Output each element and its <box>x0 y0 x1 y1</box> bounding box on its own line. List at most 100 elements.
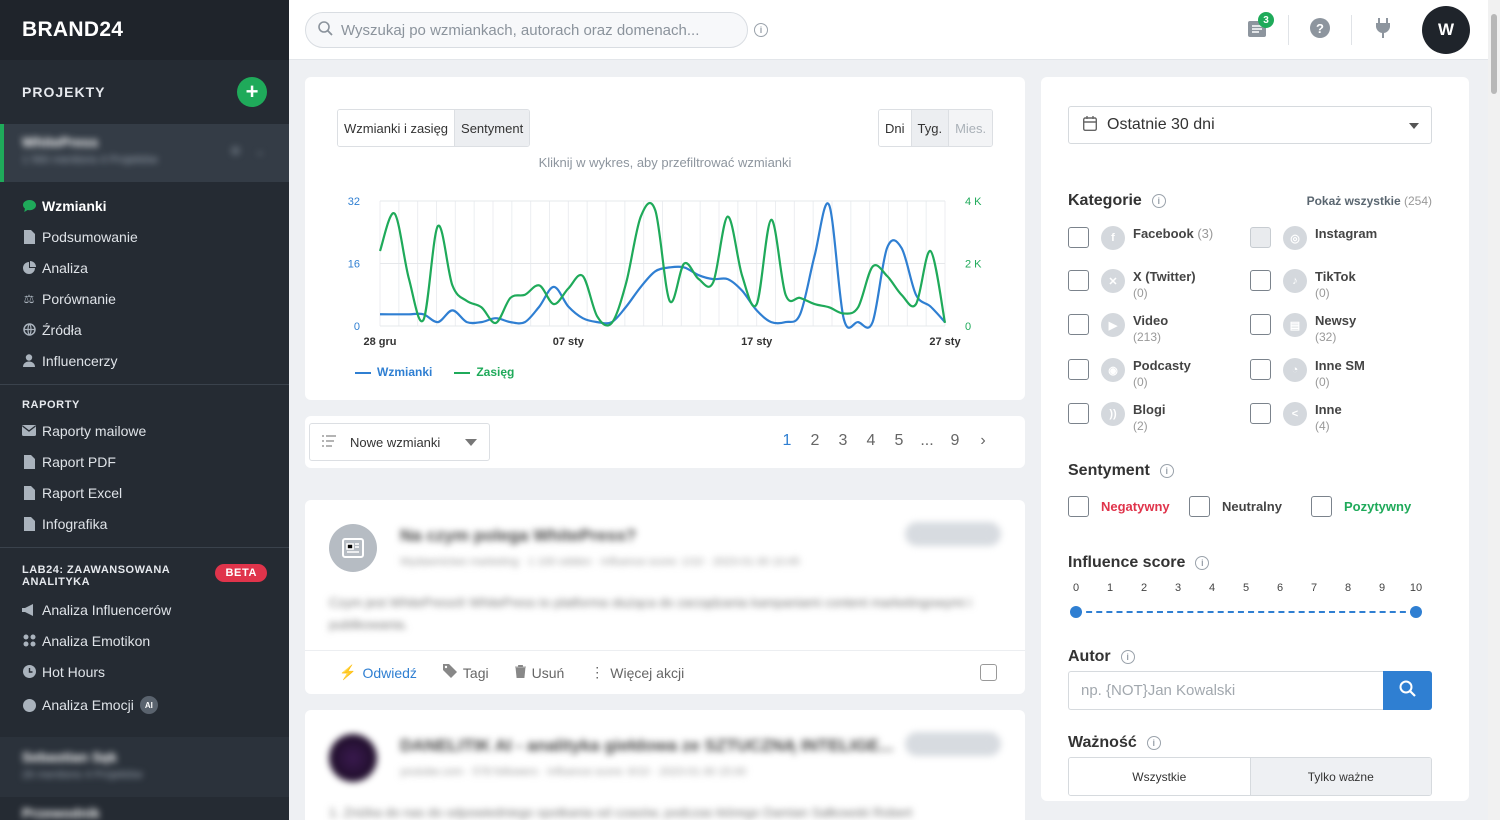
tag-icon <box>442 664 457 681</box>
category-count: (0) <box>1315 286 1330 300</box>
delete-button[interactable]: Usuń <box>514 664 564 681</box>
notifications-button[interactable]: 3 <box>1234 6 1280 54</box>
y-right-tick-label: 4 K <box>965 196 982 208</box>
category-podcasts[interactable]: ◉ Podcasty (0) <box>1068 358 1191 390</box>
more-actions-button[interactable]: ⋮ Więcej akcji <box>590 664 684 681</box>
visit-label: Odwiedź <box>362 664 417 681</box>
category-other[interactable]: < Inne (4) <box>1250 402 1342 434</box>
instagram-icon: ◎ <box>1283 226 1307 250</box>
nav-item-raport-excel[interactable]: Raport Excel <box>0 477 289 508</box>
importance-all[interactable]: Wszystkie <box>1069 758 1250 795</box>
sentiment-neutral[interactable]: Neutralny <box>1189 496 1282 517</box>
mention-checkbox[interactable] <box>980 664 997 681</box>
show-all-link[interactable]: Pokaż wszystkie (254) <box>1307 194 1432 208</box>
scrollbar-thumb[interactable] <box>1491 14 1497 94</box>
info-icon[interactable]: i <box>1120 650 1135 664</box>
chevron-down-icon[interactable]: ⌄ <box>255 144 265 158</box>
sentiment-positive[interactable]: Pozytywny <box>1311 496 1411 517</box>
page-3[interactable]: 3 <box>829 432 857 450</box>
tags-button[interactable]: Tagi <box>442 664 489 681</box>
category-facebook[interactable]: f Facebook (3) <box>1068 226 1213 250</box>
divider <box>0 384 289 385</box>
author-input[interactable] <box>1068 671 1383 710</box>
category-tiktok[interactable]: ♪ TikTok (0) <box>1250 269 1356 301</box>
info-icon[interactable]: i <box>1151 194 1166 208</box>
info-icon[interactable]: i <box>1159 464 1174 478</box>
checkbox[interactable] <box>1068 359 1089 380</box>
help-button[interactable]: ? <box>1297 6 1343 54</box>
checkbox[interactable] <box>1068 270 1089 291</box>
nav-item-wzmianki[interactable]: Wzmianki <box>0 190 289 221</box>
user-avatar[interactable]: W <box>1422 6 1470 54</box>
nav-item-analiza-emotikon[interactable]: Analiza Emotikon <box>0 625 289 656</box>
nav-item-podsumowanie[interactable]: Podsumowanie <box>0 221 289 252</box>
nav-item-raport-pdf[interactable]: Raport PDF <box>0 446 289 477</box>
checkbox[interactable] <box>1068 227 1089 248</box>
author-search-button[interactable] <box>1383 671 1432 710</box>
nav-item-porownanie[interactable]: ⚖ Porównanie <box>0 283 289 314</box>
emotion-icon <box>22 698 36 712</box>
category-video[interactable]: ▶ Video (213) <box>1068 313 1168 345</box>
mention-title[interactable]: DANELITIK AI - analityka giełdowa ze SZT… <box>400 736 893 756</box>
page-1[interactable]: 1 <box>773 432 801 450</box>
divider <box>1351 15 1352 45</box>
importance-important-only[interactable]: Tylko ważne <box>1249 758 1431 795</box>
search-input[interactable] <box>341 21 721 39</box>
checkbox[interactable] <box>1250 270 1271 291</box>
nav-item-analiza-emocji[interactable]: Analiza Emocji AI <box>0 687 289 723</box>
checkbox[interactable] <box>1068 314 1089 335</box>
info-icon[interactable]: i <box>754 23 768 37</box>
category-count: (3) <box>1197 226 1214 241</box>
date-range-select[interactable]: Ostatnie 30 dni <box>1068 106 1432 144</box>
checkbox[interactable] <box>1068 496 1089 517</box>
project-item[interactable]: Sebastian Sęk 26 mentions 4 Projektów <box>0 737 289 797</box>
checkbox[interactable] <box>1250 359 1271 380</box>
gear-icon[interactable]: ⚙ <box>230 144 241 158</box>
nav-item-infografika[interactable]: Infografika <box>0 508 289 539</box>
slider-handle-min[interactable] <box>1070 606 1082 618</box>
add-project-button[interactable]: + <box>237 77 267 107</box>
page-9[interactable]: 9 <box>941 432 969 450</box>
mention-title[interactable]: Na czym polega WhitePress? <box>400 526 636 546</box>
legend-item-mentions[interactable]: Wzmianki <box>355 365 432 379</box>
nav-label: Raport PDF <box>42 453 116 470</box>
category-twitter[interactable]: ✕ X (Twitter) (0) <box>1068 269 1196 301</box>
nav-item-hot-hours[interactable]: Hot Hours <box>0 656 289 687</box>
project-item[interactable]: Przewodnik <box>0 797 289 820</box>
sort-bar: Nowe wzmianki 1 2 3 4 5 ... 9 › <box>305 416 1025 468</box>
active-project[interactable]: WhitePress 1 560 mentions 4 Projektów ⚙ … <box>0 124 289 182</box>
y-left-tick-label: 32 <box>348 196 360 208</box>
visit-button[interactable]: ⚡ Odwiedź <box>339 664 417 681</box>
nav-item-influencerzy[interactable]: Influencerzy <box>0 345 289 376</box>
nav-item-analiza[interactable]: Analiza <box>0 252 289 283</box>
sort-icon <box>322 434 336 450</box>
slider-handle-max[interactable] <box>1410 606 1422 618</box>
sort-select[interactable]: Nowe wzmianki <box>309 423 490 461</box>
checkbox[interactable] <box>1250 314 1271 335</box>
checkbox[interactable] <box>1068 403 1089 424</box>
chevron-right-icon[interactable]: › <box>969 432 997 450</box>
page-2[interactable]: 2 <box>801 432 829 450</box>
envelope-icon <box>22 424 36 438</box>
info-icon[interactable]: i <box>1146 736 1161 750</box>
mentions-chart[interactable]: 0 16 32 0 2 K 4 K 28 gru 07 sty 17 sty 27 sty <box>305 77 1025 367</box>
slider-track[interactable] <box>1076 611 1416 613</box>
category-blogs[interactable]: )) Blogi (2) <box>1068 402 1166 434</box>
nav-item-zrodla[interactable]: Źródła <box>0 314 289 345</box>
checkbox[interactable] <box>1311 496 1332 517</box>
info-icon[interactable]: i <box>1195 556 1210 570</box>
brand-logo[interactable]: BRAND24 <box>0 0 289 60</box>
legend-item-reach[interactable]: Zasięg <box>454 365 514 379</box>
scrollbar[interactable] <box>1488 0 1500 820</box>
page-4[interactable]: 4 <box>857 432 885 450</box>
page-5[interactable]: 5 <box>885 432 913 450</box>
integrations-button[interactable] <box>1360 6 1406 54</box>
nav-item-analiza-influencerow[interactable]: Analiza Influencerów <box>0 594 289 625</box>
category-news[interactable]: ▤ Newsy (32) <box>1250 313 1356 345</box>
checkbox[interactable] <box>1250 403 1271 424</box>
sentiment-negative[interactable]: Negatywny <box>1068 496 1170 517</box>
influence-tick: 10 <box>1409 582 1423 594</box>
checkbox[interactable] <box>1189 496 1210 517</box>
category-other-sm[interactable]: ◔ Inne SM (0) <box>1250 358 1365 390</box>
nav-item-raporty-mailowe[interactable]: Raporty mailowe <box>0 415 289 446</box>
